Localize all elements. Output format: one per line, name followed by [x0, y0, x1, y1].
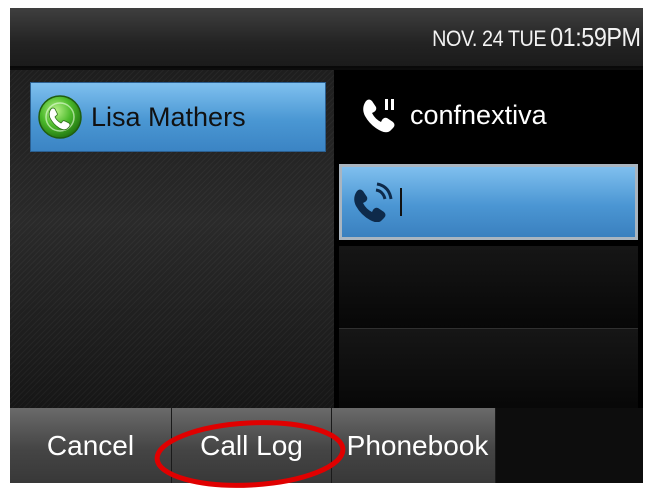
- phonebook-button[interactable]: Phonebook: [332, 408, 496, 483]
- phone-screen: NOV. 24 TUE 01:59PM Lisa Mathers confnex…: [10, 8, 643, 483]
- text-cursor: [400, 188, 402, 216]
- line-keys-panel: Lisa Mathers: [10, 70, 334, 408]
- cancel-button[interactable]: Cancel: [10, 408, 172, 483]
- call-log-button[interactable]: Call Log: [172, 408, 332, 483]
- date-text: NOV. 24 TUE: [432, 26, 547, 51]
- dial-entry-field[interactable]: [339, 164, 638, 240]
- phone-handset-icon: [363, 99, 395, 133]
- call-log-button-label: Call Log: [200, 429, 303, 461]
- phone-active-call-icon: [354, 182, 393, 222]
- date-time-display: NOV. 24 TUE 01:59PM: [432, 22, 642, 53]
- account-row: confnextiva: [334, 80, 643, 150]
- account-label: confnextiva: [410, 99, 547, 130]
- line-key-label: Lisa Mathers: [91, 101, 246, 132]
- phonebook-button-label: Phonebook: [346, 429, 489, 461]
- call-list-row[interactable]: [339, 328, 638, 411]
- call-list-row[interactable]: [339, 246, 638, 328]
- line-key-lisa-mathers[interactable]: Lisa Mathers: [30, 82, 326, 152]
- presence-phone-icon: [38, 95, 82, 139]
- softkey-bar: Cancel Call Log Phonebook: [10, 408, 643, 483]
- status-bar: NOV. 24 TUE 01:59PM: [10, 8, 643, 68]
- cancel-button-label: Cancel: [46, 429, 135, 461]
- time-text: 01:59PM: [550, 22, 641, 52]
- call-panel: confnextiva: [334, 70, 643, 411]
